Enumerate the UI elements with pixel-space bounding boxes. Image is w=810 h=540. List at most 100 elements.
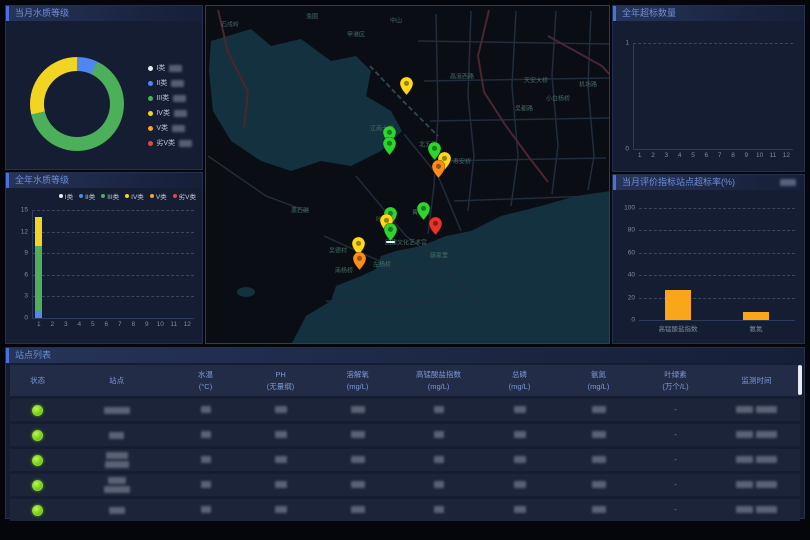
redacted-text — [351, 506, 365, 513]
y-axis-line — [32, 210, 33, 318]
y-axis-tick: 0 — [625, 146, 629, 153]
legend-item[interactable]: IV类 — [125, 191, 144, 201]
legend-dot-icon — [148, 66, 153, 71]
legend-dot-icon — [148, 141, 153, 146]
legend-item[interactable]: V类 — [148, 123, 192, 133]
pin-selection-underline — [386, 241, 395, 243]
redacted-text — [756, 456, 777, 463]
table-row[interactable]: - — [10, 474, 800, 496]
cell-chlorophyll: - — [638, 424, 713, 446]
legend-dot-icon — [59, 194, 63, 198]
cell-value-redacted — [480, 474, 559, 496]
x-axis-tick: 1 — [37, 321, 41, 328]
table-header-cell: 监测时间 — [713, 365, 800, 396]
rate-corner-tag-redacted[interactable] — [780, 179, 796, 186]
legend-item[interactable]: III类 — [101, 191, 119, 201]
legend-dot-icon — [101, 194, 105, 198]
redacted-text — [736, 406, 753, 413]
redacted-text — [592, 506, 606, 513]
redacted-text — [351, 431, 365, 438]
bar-segment-IV类[interactable] — [35, 217, 42, 246]
bar-segment-III类[interactable] — [35, 246, 42, 311]
rate-bar-高锰酸盐指数[interactable] — [665, 290, 691, 320]
rate-bar-chart: 020406080100高锰酸盐指数氨氮 — [639, 208, 795, 320]
table-row[interactable]: - — [10, 499, 800, 521]
legend-item[interactable]: IV类 — [148, 108, 192, 118]
legend-dot-icon — [148, 111, 153, 116]
panel-year-exceed: 全年超标数量 01123456789101112 — [612, 5, 805, 172]
map-place-label: 黑石礁 — [291, 206, 309, 215]
map-station-pin[interactable] — [400, 77, 413, 95]
status-dot-normal — [32, 480, 43, 491]
legend-item[interactable]: II类 — [148, 78, 192, 88]
table-row[interactable]: - — [10, 424, 800, 446]
legend-item[interactable]: II类 — [79, 191, 95, 201]
donut-hole — [44, 71, 110, 137]
table-row[interactable]: - — [10, 399, 800, 421]
redacted-text — [736, 506, 753, 513]
year-chart-legend: I类 II类 III类 IV类 V类劣V类 — [59, 191, 196, 201]
redacted-text — [351, 481, 365, 488]
table-row[interactable]: - — [10, 449, 800, 471]
redacted-text — [105, 461, 129, 468]
redacted-text — [736, 431, 753, 438]
legend-label: I类 — [156, 63, 165, 73]
x-axis-tick: 12 — [783, 152, 790, 159]
y-axis-tick: 12 — [21, 228, 28, 235]
cell-status — [10, 449, 65, 471]
cell-station-redacted — [65, 474, 168, 496]
map-place-label: 渔圈 — [306, 12, 318, 21]
cell-value-redacted — [397, 474, 480, 496]
cell-value-redacted — [397, 399, 480, 421]
legend-item[interactable]: V类 — [150, 191, 167, 201]
x-axis-tick: 9 — [145, 321, 149, 328]
gridline — [639, 298, 795, 299]
bar-segment-II类[interactable] — [35, 311, 42, 318]
y-axis-tick: 9 — [24, 250, 28, 257]
table-scrollbar[interactable] — [798, 365, 802, 395]
donut-chart — [30, 57, 124, 151]
x-axis-tick: 2 — [651, 152, 655, 159]
redacted-text — [434, 406, 444, 413]
map-station-pin[interactable] — [384, 223, 397, 241]
cell-value-redacted — [559, 474, 638, 496]
legend-item[interactable]: 劣V类 — [148, 138, 192, 148]
map-station-pin[interactable] — [429, 217, 442, 235]
y-axis-tick: 100 — [624, 205, 635, 212]
table-header-cell: PH(无量纲) — [243, 365, 318, 396]
map-place-label: 石戍岭 — [221, 20, 239, 29]
cell-value-redacted — [559, 424, 638, 446]
legend-dot-icon — [79, 194, 83, 198]
legend-value-redacted — [171, 80, 184, 87]
gridline — [633, 149, 793, 150]
x-axis-tick: 6 — [104, 321, 108, 328]
legend-value-redacted — [174, 110, 187, 117]
map-station-pin[interactable] — [353, 252, 366, 270]
cell-value-redacted — [397, 499, 480, 521]
redacted-text — [201, 406, 211, 413]
legend-item[interactable]: I类 — [59, 191, 73, 201]
legend-item[interactable]: I类 — [148, 63, 192, 73]
x-axis-tick: 高锰酸盐指数 — [659, 323, 698, 333]
redacted-text — [514, 481, 526, 488]
map-place-label: 薛家里 — [430, 251, 448, 260]
cell-station-redacted — [65, 424, 168, 446]
legend-item[interactable]: III类 — [148, 93, 192, 103]
gridline — [639, 320, 795, 321]
redacted-text — [434, 506, 444, 513]
map[interactable]: 石戍岭渔圈中山甲港区高浪西路天安大桥机场路小白杨桥吴都路江南大学北五所寿安桥青林… — [205, 5, 610, 344]
map-station-pin[interactable] — [432, 160, 445, 178]
map-station-pin[interactable] — [383, 137, 396, 155]
cell-value-redacted — [559, 449, 638, 471]
legend-label: V类 — [156, 191, 167, 201]
legend-item[interactable]: 劣V类 — [173, 191, 196, 201]
redacted-text — [201, 456, 211, 463]
x-axis-tick: 3 — [64, 321, 68, 328]
month-rate-title-text: 当月评价指标站点超标率(%) — [622, 175, 735, 190]
x-axis-tick: 5 — [91, 321, 95, 328]
x-axis-tick: 4 — [678, 152, 682, 159]
y-axis-tick: 15 — [21, 207, 28, 214]
rate-bar-氨氮[interactable] — [743, 312, 769, 320]
cell-value-redacted — [318, 399, 397, 421]
panel-title-station-table: 站点列表 — [6, 348, 804, 363]
